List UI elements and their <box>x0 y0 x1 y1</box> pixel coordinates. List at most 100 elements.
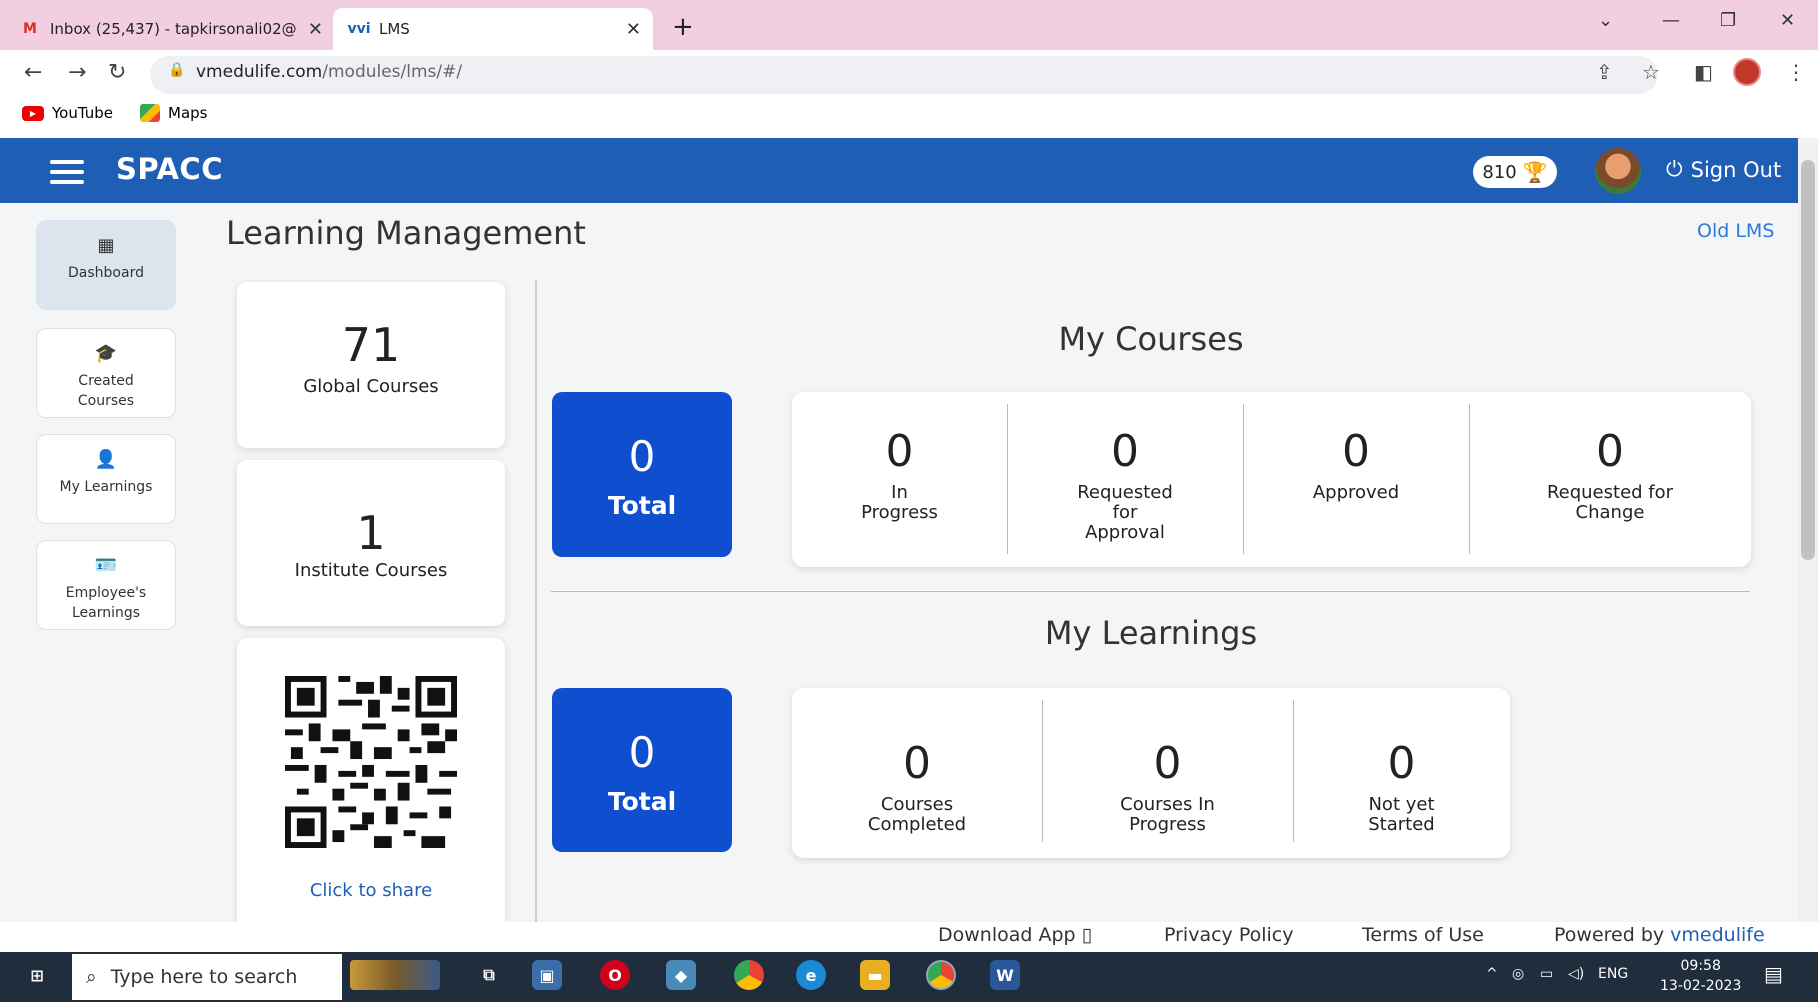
label-line: Completed <box>867 814 967 835</box>
institute-courses-card[interactable]: 1 Institute Courses <box>237 460 505 626</box>
new-tab-icon[interactable]: + <box>672 12 694 42</box>
sidebar-item-created-courses[interactable]: 🎓 Created Courses <box>36 328 176 418</box>
privacy-policy-link[interactable]: Privacy Policy <box>1164 924 1293 946</box>
label-line: Approved <box>1312 482 1400 503</box>
bookmark-star-icon[interactable]: ☆ <box>1642 60 1660 84</box>
sidebar-item-dashboard[interactable]: ▦ Dashboard <box>36 220 176 310</box>
lock-icon[interactable]: 🔒 <box>168 62 185 78</box>
metric-value: 0 <box>1387 738 1416 789</box>
task-view-icon[interactable]: ⧉ <box>474 960 504 990</box>
sidebar-item-employees-learnings[interactable]: 🪪 Employee's Learnings <box>36 540 176 630</box>
grid-icon: ▦ <box>97 235 115 256</box>
volume-icon[interactable]: ◁) <box>1568 966 1584 982</box>
tray-chevron-icon[interactable]: ^ <box>1486 966 1498 982</box>
label-line: for <box>1112 502 1138 523</box>
metric-courses-in-progress[interactable]: 0 Courses In Progress <box>1042 688 1293 858</box>
opera-icon[interactable]: O <box>600 960 630 990</box>
taskbar-news-widget-icon[interactable] <box>350 960 440 990</box>
section-divider <box>551 591 1750 592</box>
hamburger-menu-icon[interactable] <box>50 160 84 184</box>
back-icon[interactable]: ← <box>24 60 42 85</box>
taskbar-clock[interactable]: 09:58 13-02-2023 <box>1660 956 1741 996</box>
chrome-profile-icon[interactable] <box>926 960 956 990</box>
metric-requested-for-approval[interactable]: 0 Requested for Approval <box>1007 392 1243 567</box>
my-learnings-total-card[interactable]: 0 Total <box>552 688 732 852</box>
old-lms-link[interactable]: Old LMS <box>1697 220 1774 242</box>
store-icon[interactable]: ▣ <box>532 960 562 990</box>
youtube-icon: ▶ <box>22 105 44 121</box>
meet-now-icon[interactable]: ◎ <box>1512 966 1524 982</box>
edge-icon[interactable]: e <box>796 960 826 990</box>
sidebar-item-my-learnings[interactable]: 👤 My Learnings <box>36 434 176 524</box>
total-value: 0 <box>628 728 656 777</box>
language-indicator[interactable]: ENG <box>1598 966 1628 982</box>
tab-lms[interactable]: vvi LMS ✕ <box>333 8 653 50</box>
taskbar-search[interactable]: ⌕ Type here to search <box>72 954 342 1000</box>
tab-title: LMS <box>379 20 410 38</box>
url-text[interactable]: vmedulife.com/modules/lms/#/ <box>196 62 462 82</box>
global-courses-label: Global Courses <box>303 376 439 397</box>
points-value: 810 <box>1482 161 1517 183</box>
minimize-icon[interactable]: — <box>1662 10 1680 31</box>
sign-out-button[interactable]: ⏻ Sign Out <box>1666 157 1781 182</box>
word-icon[interactable]: W <box>990 960 1020 990</box>
label-line: Progress <box>861 502 938 523</box>
metric-label: Requested for Approval <box>1007 483 1243 543</box>
points-badge[interactable]: 810 🏆 <box>1473 156 1557 188</box>
metric-label: Not yet Started <box>1293 795 1510 835</box>
total-value: 0 <box>628 432 656 481</box>
click-to-share-link[interactable]: Click to share <box>237 880 505 901</box>
metric-label: Approved <box>1243 483 1469 503</box>
metric-value: 0 <box>885 426 914 477</box>
notes-app-icon[interactable]: ◆ <box>666 960 696 990</box>
close-window-icon[interactable]: ✕ <box>1780 10 1795 31</box>
my-courses-total-card[interactable]: 0 Total <box>552 392 732 557</box>
powered-brand[interactable]: vmedulife <box>1670 924 1764 946</box>
metric-requested-for-change[interactable]: 0 Requested for Change <box>1469 392 1751 567</box>
browser-menu-icon[interactable]: ⋮ <box>1786 60 1806 84</box>
close-tab-icon[interactable]: ✕ <box>308 19 323 40</box>
bookmarks-bar <box>0 100 1818 138</box>
reload-icon[interactable]: ↻ <box>108 60 126 85</box>
close-tab-icon[interactable]: ✕ <box>626 19 641 40</box>
scrollbar-thumb[interactable] <box>1801 160 1815 560</box>
label-line: Started <box>1368 814 1435 835</box>
page-footer <box>0 922 1798 952</box>
share-icon[interactable]: ⇪ <box>1596 60 1613 84</box>
windows-start-icon[interactable]: ⊞ <box>22 960 52 990</box>
qr-share-card[interactable]: Click to share <box>237 638 505 922</box>
profile-avatar[interactable] <box>1733 58 1761 86</box>
label-line: Employee's <box>65 585 147 601</box>
restore-icon[interactable]: ❐ <box>1720 10 1736 31</box>
metric-not-yet-started[interactable]: 0 Not yet Started <box>1293 688 1510 858</box>
metric-in-progress[interactable]: 0 In Progress <box>792 392 1007 567</box>
bookmark-label: YouTube <box>52 104 113 122</box>
chrome-icon[interactable] <box>734 960 764 990</box>
id-badge-icon: 🪪 <box>94 555 118 576</box>
label-line: Learnings <box>71 605 141 621</box>
brand-name: SPACC <box>116 152 223 186</box>
global-courses-card[interactable]: 71 Global Courses <box>237 282 505 448</box>
sign-out-label: Sign Out <box>1690 157 1782 182</box>
search-placeholder: Type here to search <box>110 966 298 988</box>
label-line: My Learnings <box>59 479 153 495</box>
footer-label: Download App <box>938 924 1076 946</box>
terms-of-use-link[interactable]: Terms of Use <box>1362 924 1484 946</box>
bookmark-maps[interactable]: Maps <box>140 104 207 122</box>
file-explorer-icon[interactable]: ▬ <box>860 960 890 990</box>
user-avatar[interactable] <box>1595 148 1641 194</box>
metric-approved[interactable]: 0 Approved <box>1243 392 1469 567</box>
label-line: Courses <box>880 794 954 815</box>
tab-gmail[interactable]: M Inbox (25,437) - tapkirsonali02@ ✕ <box>20 8 335 50</box>
notifications-icon[interactable]: ▤ <box>1764 962 1783 986</box>
metric-value: 0 <box>1596 426 1624 477</box>
metric-courses-completed[interactable]: 0 Courses Completed <box>792 688 1042 858</box>
tab-search-chevron-icon[interactable]: ⌄ <box>1598 10 1613 31</box>
metric-value: 0 <box>1342 426 1370 477</box>
bookmark-youtube[interactable]: ▶ YouTube <box>22 104 113 122</box>
network-icon[interactable]: ▭ <box>1540 966 1553 982</box>
forward-icon[interactable]: → <box>68 60 86 85</box>
download-app-link[interactable]: Download App ▯ <box>938 924 1092 946</box>
side-panel-icon[interactable]: ◧ <box>1694 60 1713 84</box>
url-host: vmedulife.com <box>196 62 323 82</box>
